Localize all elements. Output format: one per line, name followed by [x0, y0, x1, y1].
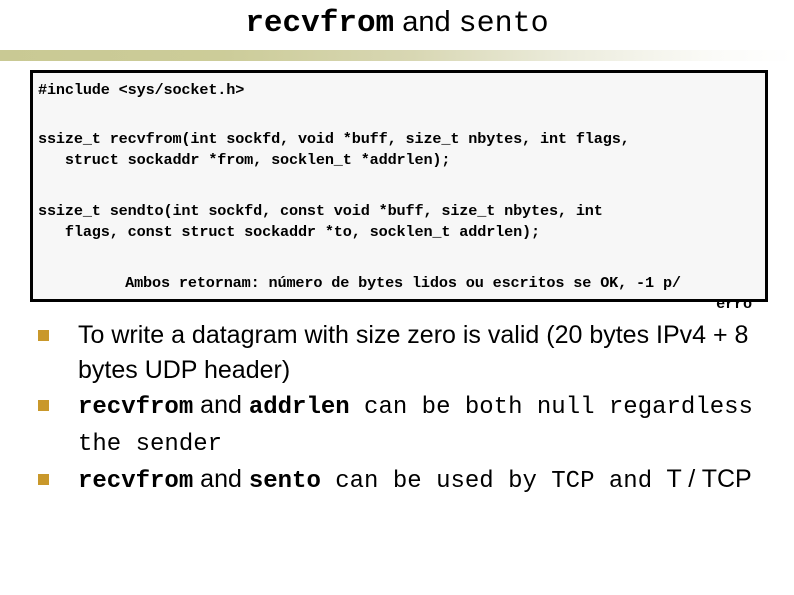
bullet-text-1: recvfrom and addrlen can be both null re… [78, 388, 770, 462]
bullet-text-0: To write a datagram with size zero is va… [78, 318, 770, 388]
bullet-list: To write a datagram with size zero is va… [30, 318, 770, 499]
page-title-and: and [394, 6, 459, 38]
bullet-2-segment-2: sento [248, 468, 321, 495]
bullet-2-segment-0: recvfrom [78, 468, 194, 495]
bullet-text-2: recvfrom and sento can be used by TCP an… [78, 462, 770, 499]
bullet-2-segment-4: T / TCP [666, 465, 752, 493]
bullet-2-segment-1: and [193, 465, 249, 493]
square-bullet-icon [38, 330, 49, 341]
bullet-1-segment-0: recvfrom [78, 394, 194, 421]
bullet-1-segment-2: addrlen [248, 394, 350, 421]
bullet-1-segment-1: and [193, 391, 249, 419]
title-divider-bar [0, 50, 794, 61]
bullet-0-segment-0: To write a datagram with size zero is va… [78, 321, 749, 384]
square-bullet-icon [38, 400, 49, 411]
list-item: recvfrom and sento can be used by TCP an… [30, 462, 770, 499]
page-title: recvfrom and sento [0, 0, 794, 46]
page-title-recvfrom: recvfrom [245, 6, 395, 41]
page-title-sento: sento [458, 7, 549, 41]
square-bullet-icon [38, 474, 49, 485]
code-block [30, 70, 768, 302]
list-item: recvfrom and addrlen can be both null re… [30, 388, 770, 462]
bullet-2-segment-3: can be used by TCP and [320, 468, 667, 495]
list-item: To write a datagram with size zero is va… [30, 318, 770, 388]
